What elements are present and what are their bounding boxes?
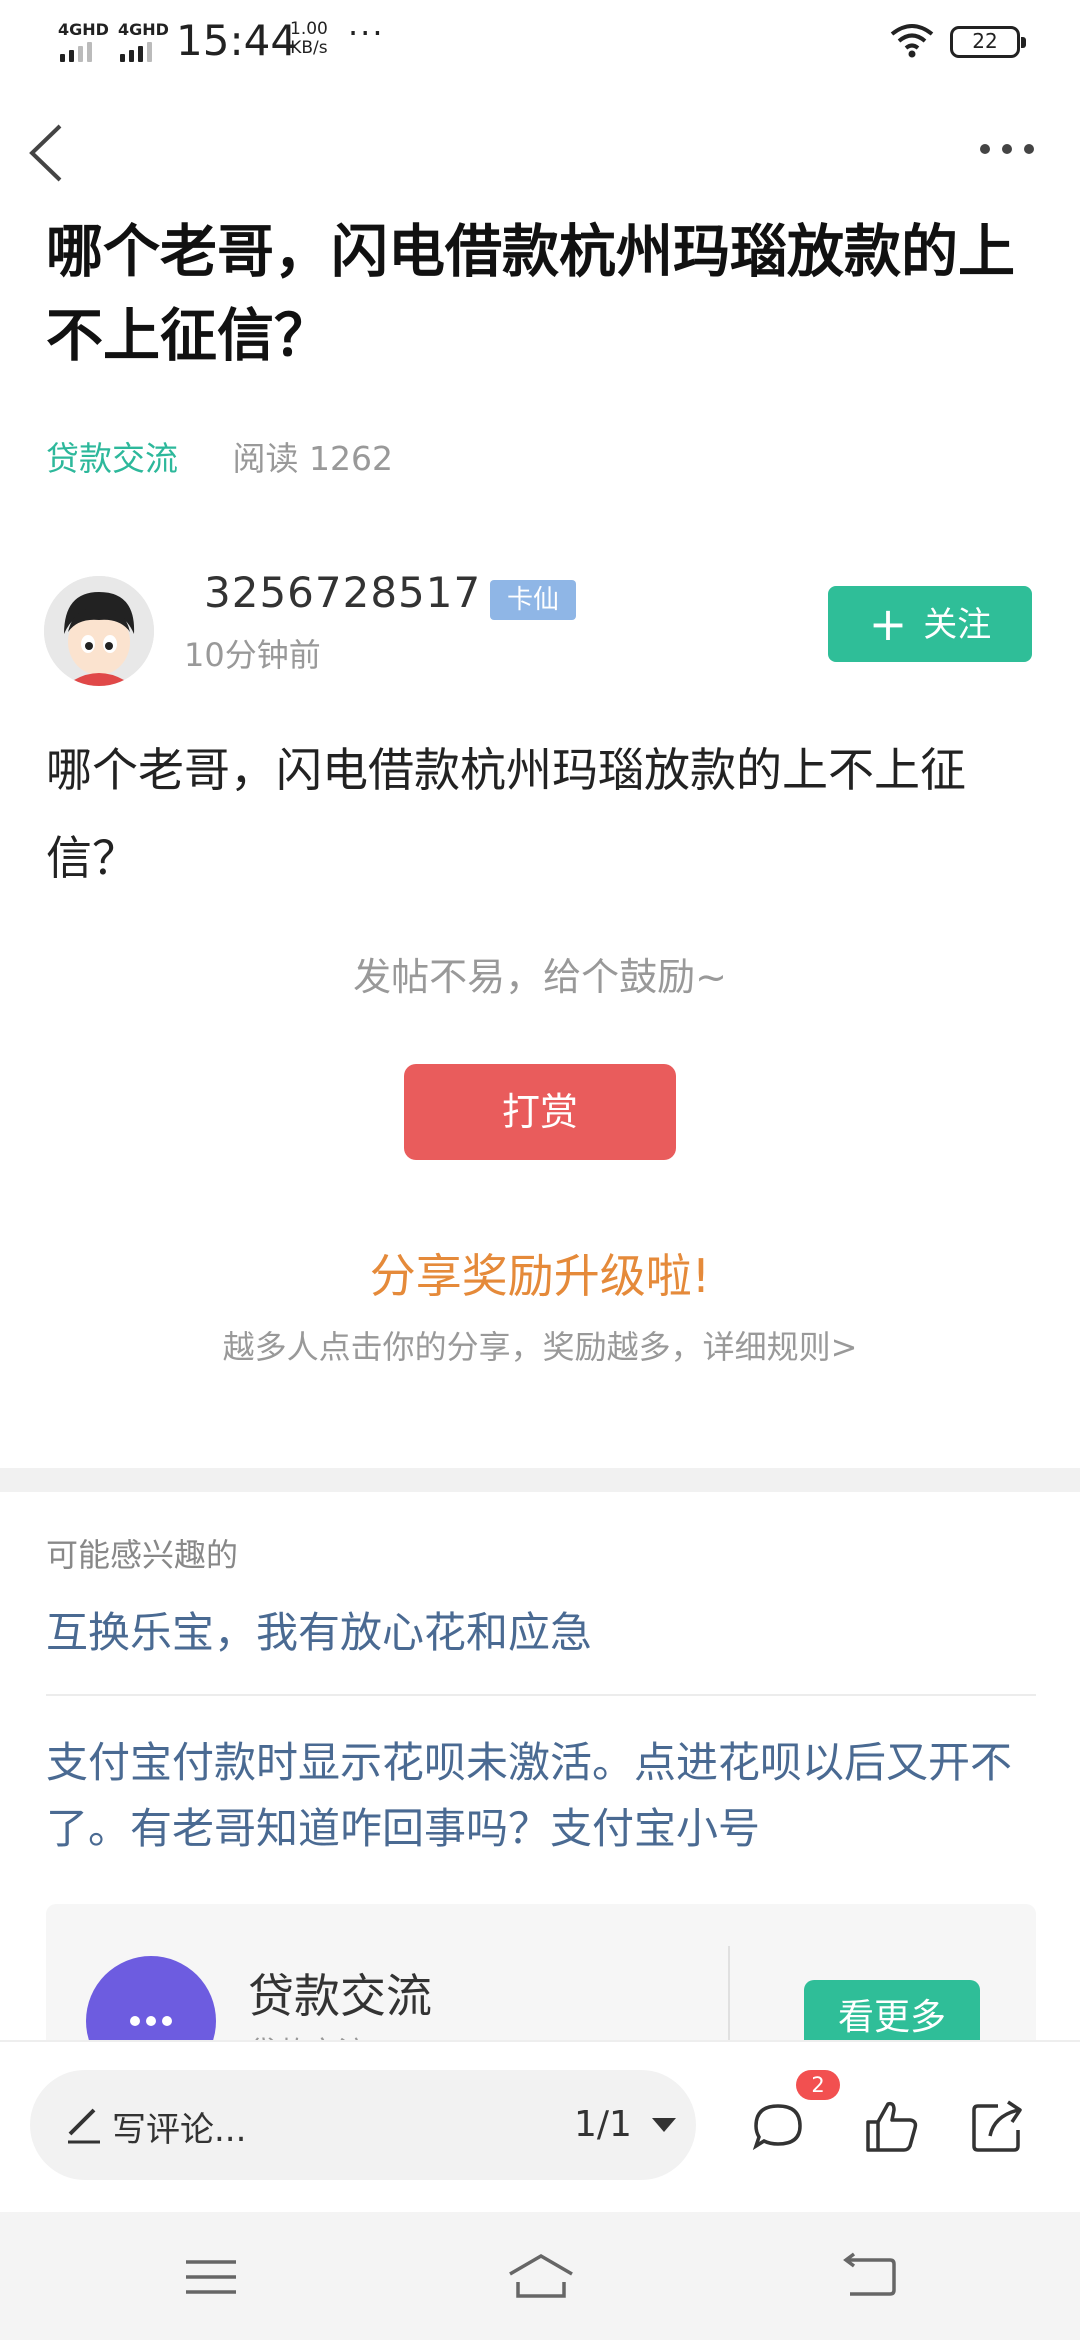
- page-indicator[interactable]: 1/1: [574, 2104, 632, 2145]
- caret-down-icon[interactable]: [652, 2118, 676, 2132]
- post-body: 哪个老哥，闪电借款杭州玛瑙放款的上不上征信？: [46, 743, 966, 885]
- related-post-link[interactable]: 互换乐宝，我有放心花和应急: [46, 1600, 1036, 1666]
- post-meta: 贷款交流 阅读 1262: [46, 432, 393, 480]
- network-speed: 1.00 KB/s: [290, 19, 328, 58]
- follow-label: 关注: [923, 605, 992, 645]
- related-heading: 可能感兴趣的: [46, 1536, 239, 1574]
- reward-prompt: 发帖不易，给个鼓励~: [353, 955, 727, 999]
- section-divider: [0, 1468, 1080, 1492]
- comment-input[interactable]: 写评论... 1/1: [30, 2070, 696, 2180]
- reward-button[interactable]: 打赏: [404, 1064, 676, 1160]
- plus-icon: +: [868, 597, 908, 651]
- divider: [46, 1694, 1036, 1696]
- network-type-label: 4GHD: [118, 20, 169, 39]
- forum-title: 贷款交流: [248, 1969, 432, 2023]
- post-title: 哪个老哥，闪电借款杭州玛瑙放款的上不上征信？: [46, 219, 1015, 369]
- category-link[interactable]: 贷款交流: [46, 439, 178, 478]
- battery-icon: 22: [950, 26, 1026, 58]
- more-options-icon[interactable]: [978, 132, 1038, 162]
- bottom-action-bar: 写评论... 1/1 2: [0, 2040, 1080, 2212]
- menu-icon[interactable]: [184, 2252, 238, 2302]
- post-time: 10分钟前: [184, 636, 321, 674]
- author-level-badge: 卡仙: [490, 580, 576, 620]
- share-icon[interactable]: [968, 2096, 1028, 2156]
- follow-button[interactable]: + 关注: [828, 586, 1032, 662]
- clock: 15:44: [176, 16, 298, 65]
- pencil-icon: [68, 2108, 100, 2144]
- system-navigation-bar: [0, 2212, 1080, 2340]
- back-arrow-icon[interactable]: [22, 118, 72, 188]
- status-bar: 4GHD 4GHD 15:44 1.00 KB/s ··· 22: [0, 0, 1080, 80]
- share-rules-link[interactable]: 越多人点击你的分享，奖励越多，详细规则>: [0, 1322, 1080, 1368]
- network-type-label: 4GHD: [58, 20, 109, 39]
- comment-icon[interactable]: [748, 2096, 808, 2156]
- post-detail-screen: 4GHD 4GHD 15:44 1.00 KB/s ··· 22 哪个老哥，闪电…: [0, 0, 1080, 2340]
- wifi-icon: [890, 24, 934, 58]
- more-notifications-icon: ···: [348, 14, 385, 52]
- back-icon[interactable]: [842, 2252, 898, 2302]
- thumbs-up-icon[interactable]: [862, 2096, 922, 2156]
- read-count: 阅读 1262: [232, 439, 393, 478]
- home-icon[interactable]: [506, 2252, 576, 2302]
- avatar[interactable]: [44, 576, 154, 686]
- author-name[interactable]: 3256728517: [204, 568, 481, 617]
- related-post-link[interactable]: 支付宝付款时显示花呗未激活。点进花呗以后又开不了。有老哥知道咋回事吗？支付宝小号: [46, 1730, 1036, 1862]
- share-reward-title: 分享奖励升级啦!: [369, 1249, 711, 1303]
- comment-count-badge: 2: [796, 2070, 840, 2100]
- comment-placeholder: 写评论...: [112, 2110, 247, 2150]
